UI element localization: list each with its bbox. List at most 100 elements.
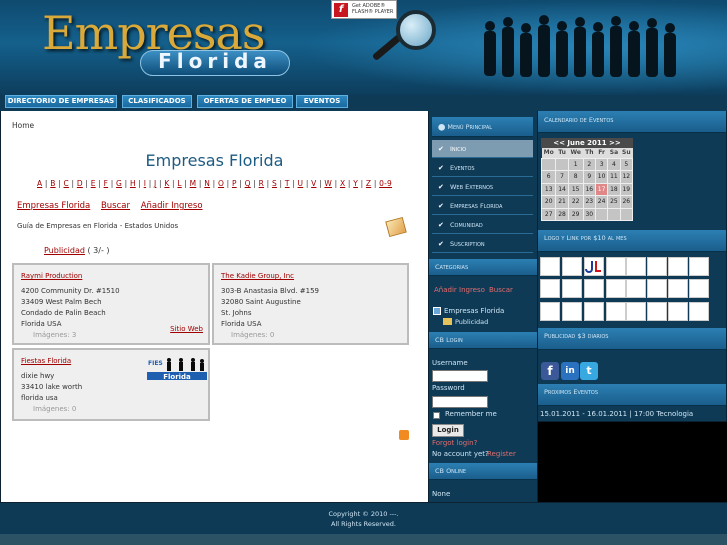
menu-title: ⬤ Menú Principal	[432, 117, 533, 137]
logo-ad-slot[interactable]	[647, 279, 667, 298]
calendar-day[interactable]: 6	[540, 170, 557, 184]
calendar-day[interactable]: 2	[582, 157, 596, 171]
calendar-day[interactable]: 19	[619, 182, 634, 196]
calendar-day[interactable]: 28	[555, 207, 569, 221]
cat-buscar[interactable]: Buscar	[489, 286, 513, 294]
logo-ad-slot[interactable]	[606, 302, 626, 321]
logo-ad-slot[interactable]	[689, 257, 709, 276]
logo-ad-slot[interactable]	[626, 257, 646, 276]
twitter-icon[interactable]: t	[580, 362, 598, 380]
calendar-day[interactable]: 20	[540, 195, 557, 209]
password-input[interactable]	[432, 396, 488, 408]
forgot-login-link[interactable]: Forgot login?	[432, 439, 477, 447]
listing-name[interactable]: Raymi Production	[21, 271, 201, 282]
publicidad-link[interactable]: Publicidad	[44, 246, 85, 255]
logo-ad-slot[interactable]	[668, 257, 688, 276]
calendar-week: 27 28 29 30	[540, 207, 634, 221]
username-input[interactable]	[432, 370, 488, 382]
menu-item-suscription[interactable]: ✔ Suscription	[432, 235, 533, 253]
menu-item-empresas-florida[interactable]: ✔ Empresas Florida	[432, 197, 533, 215]
calendar-day[interactable]: 1	[567, 157, 584, 171]
fiestas-florida-logo[interactable]: FIES Florida	[147, 356, 207, 380]
linkedin-icon[interactable]: in	[561, 362, 579, 380]
logo-ad-slot[interactable]	[584, 279, 604, 298]
calendar-day[interactable]: 30	[582, 207, 596, 221]
link-anadir-ingreso[interactable]: Añadir Ingreso	[141, 201, 203, 211]
calendar-day[interactable]: 5	[619, 157, 634, 171]
menu-item-web-externos[interactable]: ✔ Web Externos	[432, 178, 533, 196]
alphabet-link[interactable]: 0-9	[379, 179, 392, 188]
calendar-day[interactable]: 27	[540, 207, 557, 221]
rss-icon[interactable]	[399, 430, 409, 440]
calendar-day[interactable]: 8	[567, 170, 584, 184]
listing-images: Imágenes: 0	[33, 405, 77, 413]
calendar-day[interactable]: 23	[582, 195, 596, 209]
logo-ad-slot[interactable]	[668, 279, 688, 298]
logo-ad-slot[interactable]	[689, 279, 709, 298]
logo-ad-slot[interactable]	[562, 257, 582, 276]
calendar-day[interactable]: 9	[582, 170, 596, 184]
cat-tree-publicidad[interactable]: Publicidad	[455, 318, 488, 326]
logo-ad-slot[interactable]	[562, 279, 582, 298]
calendar-day[interactable]: 21	[555, 195, 569, 209]
nav-eventos[interactable]: EVENTOS	[296, 95, 348, 108]
calendar-day[interactable]: 22	[567, 195, 584, 209]
calendar-day[interactable]: 11	[607, 170, 621, 184]
calendar-day[interactable]: 3	[594, 157, 609, 171]
logo-ad-slot[interactable]	[540, 279, 560, 298]
notepad-icon[interactable]	[385, 216, 407, 238]
listing-website-link[interactable]: Sitio Web	[170, 324, 203, 335]
logo-ad-slot[interactable]	[647, 302, 667, 321]
link-buscar[interactable]: Buscar	[101, 201, 130, 211]
calendar-day[interactable]: 12	[619, 170, 634, 184]
breadcrumb[interactable]: Home	[12, 121, 34, 130]
calendar-day[interactable]: 18	[607, 182, 621, 196]
menu-item-inicio[interactable]: ✔ Inicio	[432, 140, 533, 158]
alphabet-link[interactable]: W	[324, 179, 332, 188]
logo-ad-slot[interactable]	[647, 257, 667, 276]
calendar-day[interactable]: 25	[607, 195, 621, 209]
calendar-day[interactable]: 14	[555, 182, 569, 196]
calendar-day[interactable]: 16	[582, 182, 596, 196]
logo-ad-slot[interactable]	[584, 302, 604, 321]
calendar-day[interactable]: 4	[607, 157, 621, 171]
calendar-day[interactable]: 7	[555, 170, 569, 184]
login-button[interactable]: Login	[432, 424, 464, 437]
nav-ofertas-empleo[interactable]: OFERTAS DE EMPLEO	[197, 95, 293, 108]
calendar-day[interactable]: 24	[594, 195, 609, 209]
magnifier-icon	[396, 10, 436, 50]
nav-directorio[interactable]: DIRECTORIO DE EMPRESAS	[5, 95, 117, 108]
listing-name[interactable]: The Kadie Group, Inc	[221, 271, 400, 282]
calendar-day[interactable]: 26	[619, 195, 634, 209]
logo-ad-slot[interactable]	[562, 302, 582, 321]
logo-ad-slot[interactable]	[606, 257, 626, 276]
calendar-month-nav[interactable]: << June 2011 >>	[541, 138, 633, 148]
logo-ad-slot[interactable]	[626, 302, 646, 321]
remember-checkbox[interactable]	[433, 412, 440, 419]
logo-ad-slot[interactable]	[668, 302, 688, 321]
logo-ad-slot[interactable]	[540, 302, 560, 321]
calendar-day[interactable]: 15	[567, 182, 584, 196]
link-empresas-florida[interactable]: Empresas Florida	[17, 201, 90, 211]
jl-logo-ad[interactable]	[584, 257, 604, 276]
flash-player-badge[interactable]: f Get ADOBE® FLASH® PLAYER	[331, 0, 397, 19]
logo-ad-slot[interactable]	[606, 279, 626, 298]
alphabet-separator: |	[303, 179, 312, 188]
logo-ad-slot[interactable]	[626, 279, 646, 298]
business-people-silhouette	[484, 15, 676, 77]
calendar-day[interactable]: 29	[567, 207, 584, 221]
calendar-weekday: We	[568, 148, 584, 158]
facebook-icon[interactable]: f	[541, 362, 559, 380]
nav-clasificados[interactable]: CLASIFICADOS	[122, 95, 192, 108]
menu-item-comunidad[interactable]: ✔ Comunidad	[432, 216, 533, 234]
cat-tree-empresas[interactable]: Empresas Florida	[444, 307, 504, 315]
calendar-day[interactable]: 10	[594, 170, 609, 184]
logo-ad-slot[interactable]	[689, 302, 709, 321]
calendar-day[interactable]: 17	[594, 182, 609, 196]
logo-ad-slot[interactable]	[540, 257, 560, 276]
cat-anadir-ingreso[interactable]: Añadir Ingreso	[434, 286, 485, 294]
event-item[interactable]: 15.01.2011 - 16.01.2011 | 17:00 Tecnolog…	[540, 410, 693, 418]
register-link[interactable]: Register	[487, 450, 516, 458]
menu-item-eventos[interactable]: ✔ Eventos	[432, 159, 533, 177]
calendar-day[interactable]: 13	[540, 182, 557, 196]
